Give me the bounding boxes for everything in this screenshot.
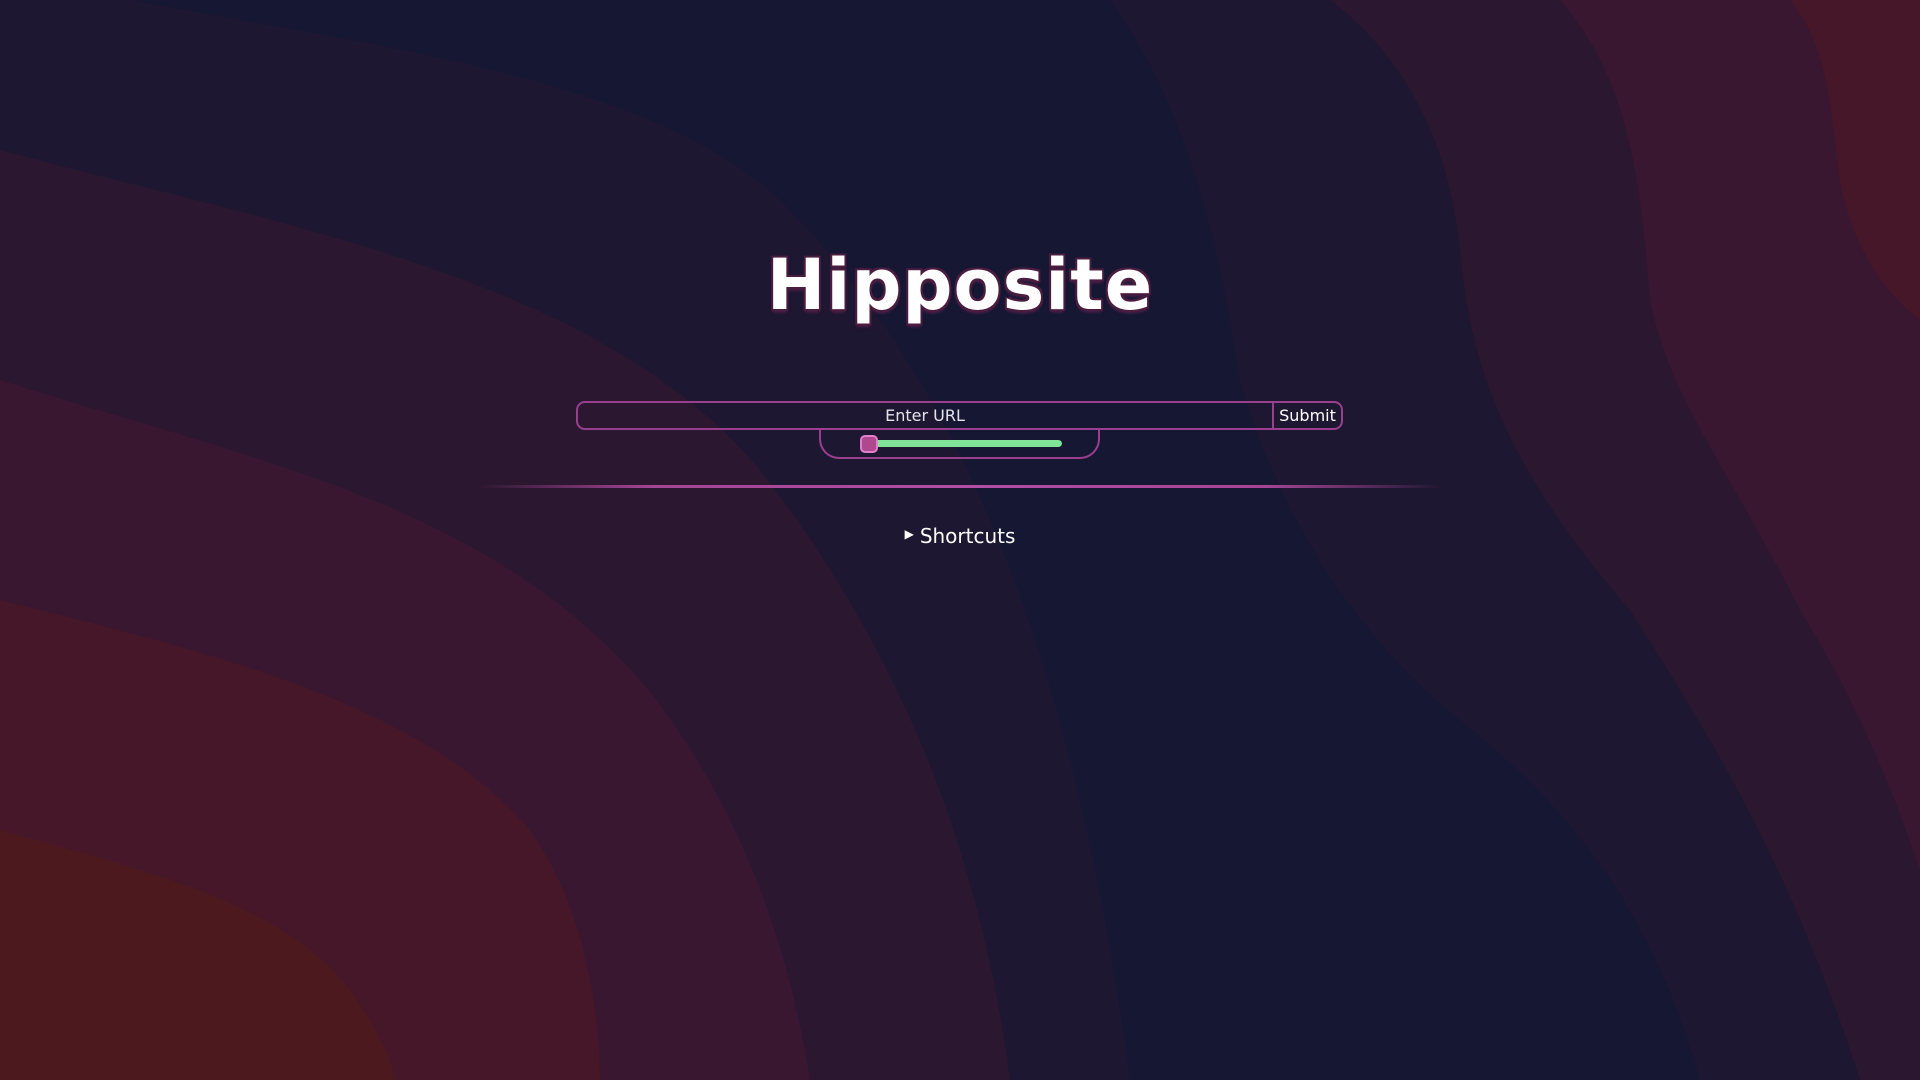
url-input[interactable] [576, 401, 1273, 430]
shortcuts-toggle[interactable]: ▶ Shortcuts [0, 520, 1920, 550]
url-form: Submit [576, 401, 1343, 430]
slider-fill [862, 440, 1062, 447]
divider [478, 485, 1442, 488]
slider-tray [819, 430, 1100, 459]
page-title: Hipposite [766, 244, 1154, 326]
submit-button[interactable]: Submit [1273, 401, 1343, 430]
triangle-right-icon: ▶ [904, 526, 914, 541]
slider-thumb[interactable] [860, 435, 878, 453]
page-content: Hipposite Submit ▶ Shortcuts [0, 0, 1920, 1080]
slider-track[interactable] [862, 440, 1062, 447]
shortcuts-label: Shortcuts [919, 523, 1016, 548]
